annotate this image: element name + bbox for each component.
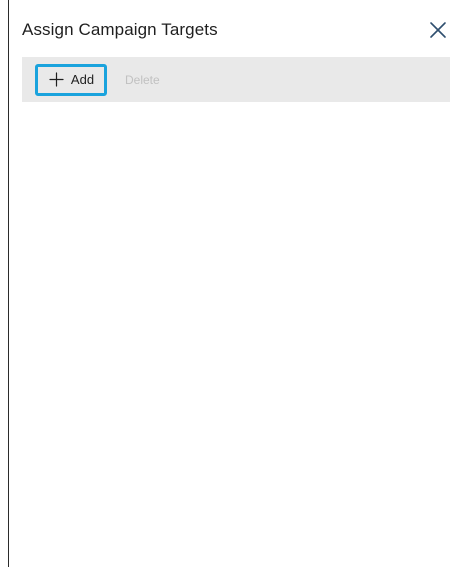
- targets-list-area: [22, 102, 450, 567]
- toolbar: Add Delete: [22, 57, 450, 102]
- panel-left-border: [8, 0, 9, 567]
- add-button-label: Add: [70, 72, 95, 87]
- close-icon: [429, 21, 447, 39]
- add-button[interactable]: Add: [35, 63, 107, 96]
- delete-button[interactable]: Delete: [125, 73, 160, 87]
- dialog-title: Assign Campaign Targets: [22, 20, 218, 39]
- dialog-header: Assign Campaign Targets: [22, 0, 462, 56]
- assign-campaign-targets-panel: Assign Campaign Targets Add Delete: [0, 0, 462, 567]
- close-button[interactable]: [426, 18, 450, 42]
- plus-icon: [48, 71, 65, 88]
